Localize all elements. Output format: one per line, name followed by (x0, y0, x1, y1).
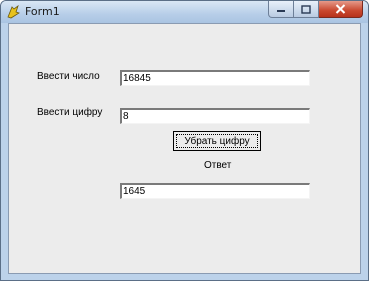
answer-label: Ответ (204, 160, 232, 171)
minimize-button[interactable] (268, 1, 294, 18)
form1-window: Form1 Ввести число Ввести цифру Убрать ц… (0, 0, 369, 281)
maximize-button[interactable] (294, 1, 319, 18)
digit-label: Ввести цифру (37, 107, 103, 118)
remove-digit-button-label: Убрать цифру (184, 135, 250, 147)
remove-digit-button[interactable]: Убрать цифру (173, 131, 261, 151)
close-button[interactable] (319, 1, 363, 18)
digit-input[interactable] (120, 108, 310, 124)
close-icon (335, 4, 346, 14)
window-title: Form1 (25, 5, 60, 18)
caption-buttons (268, 1, 363, 18)
number-label: Ввести число (37, 71, 100, 82)
number-input[interactable] (120, 70, 310, 86)
answer-output[interactable] (120, 183, 310, 199)
title-bar[interactable]: Form1 (1, 1, 368, 23)
form-client-area: Ввести число Ввести цифру Убрать цифру О… (8, 23, 361, 274)
app-icon (7, 5, 20, 19)
minimize-icon (277, 10, 285, 12)
maximize-icon (301, 4, 311, 14)
